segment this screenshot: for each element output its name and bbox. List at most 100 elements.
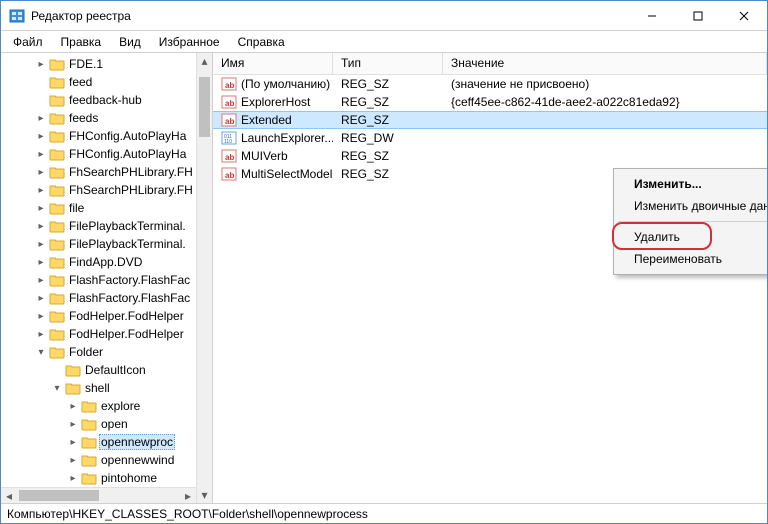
scroll-up-icon[interactable]: ▴ [197,53,212,69]
tree-item[interactable]: ▾ shell [1,379,212,397]
statusbar: Компьютер\HKEY_CLASSES_ROOT\Folder\shell… [1,503,767,523]
scroll-thumb-h[interactable] [19,490,99,501]
triangle-right-icon[interactable]: ▸ [65,419,81,430]
maximize-button[interactable] [675,1,721,30]
triangle-right-icon[interactable]: ▸ [65,455,81,466]
triangle-right-icon[interactable]: ▸ [33,257,49,268]
triangle-right-icon[interactable]: ▸ [33,59,49,70]
svg-text:ab: ab [225,81,234,90]
tree-item-label: file [67,201,86,215]
folder-icon [49,74,65,90]
context-menu-item[interactable]: Удалить [616,226,767,248]
tree-spacer: · [49,365,65,376]
menu-edit[interactable]: Правка [53,33,110,51]
tree-item[interactable]: ▸FhSearchPHLibrary.FH [1,181,212,199]
folder-icon [49,254,65,270]
tree-item[interactable]: ▸FindApp.DVD [1,253,212,271]
triangle-right-icon[interactable]: ▸ [33,311,49,322]
tree-item[interactable]: ·DefaultIcon [1,361,212,379]
context-menu-item[interactable]: Изменить двоичные данные... [616,195,767,217]
menu-file[interactable]: Файл [5,33,51,51]
tree-item[interactable]: ▸FHConfig.AutoPlayHa [1,127,212,145]
folder-icon [49,272,65,288]
tree-item[interactable]: ▸opennewproc [1,433,212,451]
tree-item[interactable]: ▸FodHelper.FodHelper [1,325,212,343]
tree-item[interactable]: ·feed [1,73,212,91]
triangle-right-icon[interactable]: ▸ [33,131,49,142]
tree-item-label: FDE.1 [67,57,105,71]
tree-item[interactable]: ·feedback-hub [1,91,212,109]
tree-item[interactable]: ▸ file [1,199,212,217]
context-menu-item[interactable]: Изменить... [616,173,767,195]
triangle-right-icon[interactable]: ▸ [65,437,81,448]
minimize-button[interactable] [629,1,675,30]
triangle-down-icon[interactable]: ▾ [33,347,49,358]
value-data: (значение не присвоено) [443,77,767,91]
tree-item[interactable]: ▸ pintohome [1,469,212,487]
triangle-right-icon[interactable]: ▸ [33,293,49,304]
triangle-right-icon[interactable]: ▸ [33,167,49,178]
tree-item[interactable]: ▸feeds [1,109,212,127]
scroll-thumb[interactable] [199,77,210,137]
tree-item[interactable]: ▸FilePlaybackTerminal. [1,235,212,253]
tree-item-label: pintohome [99,471,159,485]
folder-icon [49,218,65,234]
value-row[interactable]: 011110LaunchExplorer...REG_DW [213,129,767,147]
folder-icon [81,416,97,432]
tree-item[interactable]: ▸ FDE.1 [1,55,212,73]
scroll-down-icon[interactable]: ▾ [197,487,212,503]
value-type: REG_SZ [333,149,443,163]
triangle-down-icon[interactable]: ▾ [49,383,65,394]
tree-item[interactable]: ▾Folder [1,343,212,361]
value-row[interactable]: abExplorerHostREG_SZ{ceff45ee-c862-41de-… [213,93,767,111]
close-button[interactable] [721,1,767,30]
tree-item[interactable]: ▸FHConfig.AutoPlayHa [1,145,212,163]
value-row[interactable]: abMUIVerbREG_SZ [213,147,767,165]
value-name: MUIVerb [241,149,288,163]
tree-item[interactable]: ▸FilePlaybackTerminal. [1,217,212,235]
string-value-icon: ab [221,166,237,182]
triangle-right-icon[interactable]: ▸ [65,473,81,484]
column-name[interactable]: Имя [213,53,333,74]
tree-item[interactable]: ▸ FlashFactory.FlashFac [1,289,212,307]
tree-item[interactable]: ▸open [1,415,212,433]
scroll-left-icon[interactable]: ◂ [1,488,17,503]
context-menu-item[interactable]: Переименовать [616,248,767,270]
tree-item[interactable]: ▸FlashFactory.FlashFac [1,271,212,289]
svg-text:ab: ab [225,99,234,108]
context-menu-separator [618,221,767,222]
tree-scrollbar-horizontal[interactable]: ◂ ▸ [1,487,196,503]
menu-view[interactable]: Вид [111,33,149,51]
tree-item[interactable]: ▸FodHelper.FodHelper [1,307,212,325]
triangle-right-icon[interactable]: ▸ [33,185,49,196]
tree-item[interactable]: ▸explore [1,397,212,415]
triangle-right-icon[interactable]: ▸ [65,401,81,412]
tree-item[interactable]: ▸FhSearchPHLibrary.FH [1,163,212,181]
triangle-right-icon[interactable]: ▸ [33,203,49,214]
string-value-icon: ab [221,94,237,110]
column-type[interactable]: Тип [333,53,443,74]
folder-icon [81,434,97,450]
folder-icon [49,128,65,144]
regedit-icon [9,8,25,24]
menu-favorites[interactable]: Избранное [151,33,228,51]
tree-item-label: FlashFactory.FlashFac [67,291,192,305]
scroll-right-icon[interactable]: ▸ [180,488,196,503]
values-pane: Имя Тип Значение ab(По умолчанию)REG_SZ(… [213,53,767,503]
tree-scrollbar-vertical[interactable]: ▴ ▾ [196,53,212,503]
column-value[interactable]: Значение [443,53,767,74]
menu-help[interactable]: Справка [230,33,293,51]
triangle-right-icon[interactable]: ▸ [33,221,49,232]
value-row[interactable]: ab(По умолчанию)REG_SZ(значение не присв… [213,75,767,93]
triangle-right-icon[interactable]: ▸ [33,149,49,160]
value-row[interactable]: abExtendedREG_SZ [213,111,767,129]
tree-item-label: shell [83,381,112,395]
tree-item[interactable]: ▸opennewwind [1,451,212,469]
svg-text:ab: ab [225,171,234,180]
triangle-right-icon[interactable]: ▸ [33,239,49,250]
triangle-right-icon[interactable]: ▸ [33,275,49,286]
folder-icon [49,290,65,306]
triangle-right-icon[interactable]: ▸ [33,113,49,124]
triangle-right-icon[interactable]: ▸ [33,329,49,340]
registry-tree[interactable]: ▸FDE.1·feed·feedback-hub▸feeds▸FHConfig.… [1,55,212,503]
